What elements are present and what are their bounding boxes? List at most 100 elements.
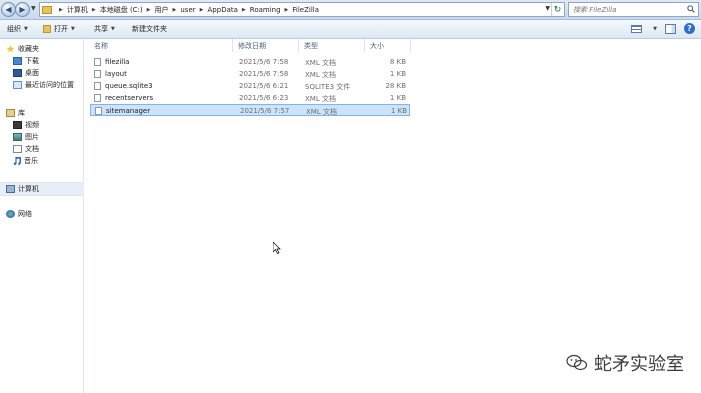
- file-size: 1 KB: [390, 107, 407, 115]
- file-date: 2021/5/6 6:21: [239, 82, 289, 90]
- sidebar-item-computer[interactable]: 计算机: [0, 183, 84, 195]
- sidebar-item-libraries[interactable]: 库: [0, 107, 84, 119]
- computer-icon: [6, 185, 15, 193]
- file-icon: [94, 58, 101, 66]
- column-header-date[interactable]: 修改日期: [238, 41, 266, 51]
- sidebar-item-label: 图片: [25, 133, 39, 141]
- column-divider[interactable]: [298, 39, 299, 52]
- table-row[interactable]: queue.sqlite3 2021/5/6 6:21 SQLITE3 文件 2…: [90, 80, 410, 92]
- forward-button[interactable]: ▶: [15, 2, 30, 17]
- favorites-group: 收藏夹 下载 桌面 最近访问的位置: [0, 43, 84, 91]
- video-icon: [13, 121, 22, 129]
- file-type: XML 文档: [305, 95, 336, 103]
- file-icon: [95, 107, 102, 115]
- star-icon: [6, 45, 15, 53]
- sidebar-item-label: 收藏夹: [18, 45, 39, 53]
- sidebar-item-music[interactable]: 音乐: [0, 155, 84, 167]
- sidebar-item-label: 视频: [25, 121, 39, 129]
- organize-button[interactable]: 组织 ▼: [7, 24, 28, 34]
- chevron-down-icon: ▼: [111, 26, 115, 32]
- column-header-size[interactable]: 大小: [370, 41, 384, 51]
- column-headers: 名称 修改日期 类型 大小: [85, 39, 415, 53]
- file-date: 2021/5/6 6:23: [239, 94, 289, 102]
- library-icon: [6, 109, 15, 117]
- organize-label: 组织: [7, 25, 21, 33]
- breadcrumb-separator-icon[interactable]: ▶: [285, 7, 289, 13]
- column-divider[interactable]: [364, 39, 365, 52]
- refresh-icon[interactable]: ↻: [551, 3, 563, 16]
- sidebar-item-label: 计算机: [18, 185, 39, 193]
- open-icon: [43, 25, 51, 33]
- breadcrumb-separator-icon[interactable]: ▶: [59, 7, 63, 13]
- open-button[interactable]: 打开 ▼: [43, 24, 75, 34]
- table-row[interactable]: layout 2021/5/6 7:58 XML 文档 1 KB: [90, 68, 410, 80]
- chevron-down-icon: ▼: [71, 26, 75, 32]
- network-group: 网络: [0, 208, 84, 220]
- file-name: sitemanager: [106, 107, 151, 115]
- file-size: 8 KB: [389, 58, 406, 66]
- address-box[interactable]: ▶ 计算机 ▶ 本地磁盘 (C:) ▶ 用户 ▶ user ▶ AppData …: [39, 2, 565, 17]
- column-header-name[interactable]: 名称: [94, 41, 108, 51]
- breadcrumb-separator-icon[interactable]: ▶: [173, 7, 177, 13]
- share-button[interactable]: 共享 ▼: [94, 24, 115, 34]
- breadcrumb-computer[interactable]: 计算机: [67, 5, 88, 15]
- recent-pages-dropdown[interactable]: ▼: [31, 5, 36, 12]
- column-divider[interactable]: [232, 39, 233, 52]
- breadcrumb-user[interactable]: user: [180, 6, 195, 14]
- libraries-group: 库 视频 图片 文档 音乐: [0, 107, 84, 167]
- command-toolbar: 组织 ▼ 打开 ▼ 共享 ▼ 新建文件夹 ▼ ?: [0, 20, 701, 39]
- downloads-folder-icon: [13, 57, 22, 65]
- sidebar-item-label: 最近访问的位置: [25, 81, 74, 89]
- sidebar-item-pictures[interactable]: 图片: [0, 131, 84, 143]
- file-type: XML 文档: [306, 108, 337, 116]
- file-size: 1 KB: [389, 70, 406, 78]
- breadcrumb-separator-icon[interactable]: ▶: [200, 7, 204, 13]
- address-dropdown-icon[interactable]: ▼: [545, 5, 550, 12]
- search-icon[interactable]: [687, 5, 695, 13]
- file-date: 2021/5/6 7:57: [240, 107, 290, 115]
- column-divider[interactable]: [410, 39, 411, 52]
- file-icon: [94, 70, 101, 78]
- breadcrumb-separator-icon[interactable]: ▶: [92, 7, 96, 13]
- file-date: 2021/5/6 7:58: [239, 58, 289, 66]
- new-folder-button[interactable]: 新建文件夹: [132, 24, 167, 34]
- sidebar-item-label: 文档: [25, 145, 39, 153]
- breadcrumb-separator-icon[interactable]: ▶: [147, 7, 151, 13]
- breadcrumb-roaming[interactable]: Roaming: [250, 6, 281, 14]
- search-input[interactable]: [573, 5, 685, 14]
- file-list-pane: 名称 修改日期 类型 大小 filezilla 2021/5/6 7:58 XM…: [85, 39, 701, 393]
- sidebar-item-desktop[interactable]: 桌面: [0, 67, 84, 79]
- preview-pane-icon[interactable]: [665, 23, 676, 34]
- sidebar-item-documents[interactable]: 文档: [0, 143, 84, 155]
- sidebar-item-videos[interactable]: 视频: [0, 119, 84, 131]
- sidebar-item-label: 库: [18, 109, 25, 117]
- column-header-type[interactable]: 类型: [304, 41, 318, 51]
- network-icon: [6, 210, 15, 218]
- file-name: queue.sqlite3: [105, 82, 153, 90]
- change-view-icon[interactable]: [631, 24, 643, 33]
- breadcrumb-appdata[interactable]: AppData: [208, 6, 238, 14]
- navigation-pane: 收藏夹 下载 桌面 最近访问的位置 库 视频 图片 文档 音乐 计算机 网络: [0, 39, 84, 393]
- address-bar-row: ◀ ▶ ▼ ▶ 计算机 ▶ 本地磁盘 (C:) ▶ 用户 ▶ user ▶ Ap…: [0, 0, 701, 20]
- file-type: XML 文档: [305, 71, 336, 79]
- table-row[interactable]: filezilla 2021/5/6 7:58 XML 文档 8 KB: [90, 56, 410, 68]
- view-dropdown-icon[interactable]: ▼: [653, 26, 657, 32]
- back-button[interactable]: ◀: [1, 2, 16, 17]
- table-row[interactable]: recentservers 2021/5/6 6:23 XML 文档 1 KB: [90, 92, 410, 104]
- breadcrumb-separator-icon[interactable]: ▶: [242, 7, 246, 13]
- search-box[interactable]: [568, 2, 699, 17]
- help-icon[interactable]: ?: [684, 23, 695, 34]
- breadcrumb-local-disk[interactable]: 本地磁盘 (C:): [100, 5, 143, 15]
- sidebar-item-recent-places[interactable]: 最近访问的位置: [0, 79, 84, 91]
- breadcrumb-users[interactable]: 用户: [155, 5, 169, 15]
- pictures-icon: [13, 133, 22, 141]
- file-name: filezilla: [105, 58, 130, 66]
- table-row-selected[interactable]: sitemanager 2021/5/6 7:57 XML 文档 1 KB: [90, 104, 410, 116]
- forward-arrow-icon: ▶: [19, 5, 26, 14]
- breadcrumb-filezilla[interactable]: FileZilla: [292, 6, 319, 14]
- chevron-down-icon: ▼: [24, 26, 28, 32]
- sidebar-item-network[interactable]: 网络: [0, 208, 84, 220]
- sidebar-item-downloads[interactable]: 下载: [0, 55, 84, 67]
- sidebar-item-favorites[interactable]: 收藏夹: [0, 43, 84, 55]
- documents-icon: [13, 145, 22, 153]
